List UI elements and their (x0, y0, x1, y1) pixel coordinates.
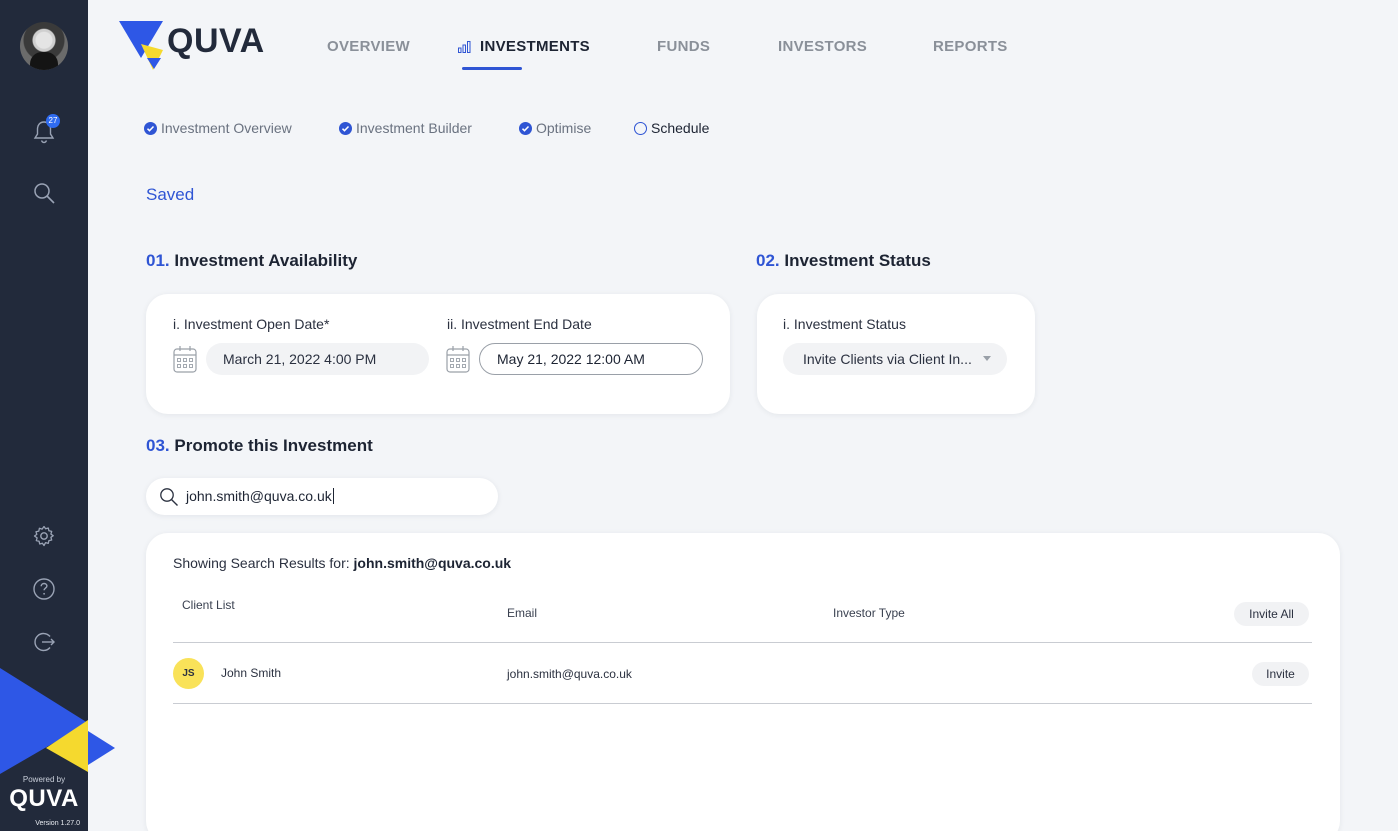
client-initials-avatar: JS (173, 658, 204, 689)
search-value-text: john.smith@quva.co.uk (186, 488, 332, 504)
status-field-label: i. Investment Status (783, 316, 906, 332)
results-heading: Showing Search Results for: john.smith@q… (173, 555, 511, 571)
column-header-client-list[interactable]: Client List (182, 598, 235, 612)
investment-status-select[interactable]: Invite Clients via Client In... (783, 343, 1007, 375)
help-icon (33, 578, 55, 600)
section-title-text: Investment Status (784, 251, 931, 270)
step-label: Optimise (536, 120, 592, 136)
powered-by-footer: Powered by QUVA Version 1.27.0 (0, 771, 88, 831)
status-section-title: 02. Investment Status (756, 251, 931, 271)
nav-funds[interactable]: FUNDS (657, 38, 710, 55)
step-label: Investment Overview (161, 120, 292, 136)
status-card: i. Investment Status Invite Clients via … (757, 294, 1035, 414)
column-header-investor-type[interactable]: Investor Type (833, 606, 905, 620)
empty-circle-icon (634, 121, 647, 135)
saved-status: Saved (146, 185, 195, 204)
check-circle-icon (144, 121, 157, 135)
section-number: 02. (756, 251, 780, 270)
search-icon (34, 183, 55, 204)
section-number: 03. (146, 436, 170, 455)
invite-button[interactable]: Invite (1252, 662, 1309, 686)
availability-section-title: 01. Investment Availability (146, 251, 357, 271)
check-circle-icon (339, 121, 352, 135)
open-date-input[interactable]: March 21, 2022 4:00 PM (206, 343, 429, 375)
chevron-down-icon (983, 356, 991, 361)
open-date-label: i. Investment Open Date* (173, 316, 330, 332)
table-header-divider (173, 642, 1312, 643)
logo-text: QUVA (167, 22, 265, 60)
column-header-email[interactable]: Email (507, 606, 537, 620)
client-email: john.smith@quva.co.uk (507, 667, 632, 681)
results-prefix: Showing Search Results for: (173, 555, 350, 571)
step-label: Investment Builder (356, 120, 472, 136)
sidebar: 27 Powered by QUVA Version 1.27.0 (0, 0, 115, 831)
nav-reports[interactable]: REPORTS (933, 38, 1008, 55)
help-button[interactable] (30, 575, 58, 603)
logout-button[interactable] (30, 628, 58, 656)
quva-logo[interactable]: QUVA (119, 20, 269, 72)
section-title-text: Investment Availability (174, 251, 358, 270)
footer-brand-logo: QUVA (9, 785, 79, 812)
version-label: Version 1.27.0 (35, 820, 80, 827)
nav-active-indicator (462, 67, 522, 70)
logo-mark-icon (119, 21, 163, 70)
brand-triangles-graphic (0, 668, 115, 774)
client-name: John Smith (221, 666, 282, 680)
status-selected-value: Invite Clients via Client In... (803, 351, 972, 367)
notification-count-badge: 27 (46, 114, 60, 128)
end-date-input[interactable]: May 21, 2022 12:00 AM (479, 343, 703, 375)
step-label: Schedule (651, 120, 710, 136)
nav-investments-label: INVESTMENTS (480, 38, 590, 55)
nav-investments[interactable]: INVESTMENTS (458, 38, 590, 55)
search-results-panel: Showing Search Results for: john.smith@q… (146, 533, 1340, 831)
user-avatar[interactable] (20, 22, 68, 70)
step-investment-builder[interactable]: Investment Builder (339, 120, 472, 136)
check-circle-icon (519, 121, 532, 135)
search-icon (160, 488, 178, 506)
results-query: john.smith@quva.co.uk (353, 555, 512, 571)
text-cursor (332, 488, 334, 504)
calendar-icon[interactable] (446, 345, 470, 373)
client-search-input[interactable]: john.smith@quva.co.uk (146, 478, 498, 515)
gear-icon (33, 525, 54, 547)
section-number: 01. (146, 251, 170, 270)
bar-chart-icon (458, 40, 471, 53)
powered-by-label: Powered by (22, 775, 66, 784)
table-row-divider (173, 703, 1312, 704)
notifications-button[interactable]: 27 (30, 114, 60, 146)
step-investment-overview[interactable]: Investment Overview (144, 120, 292, 136)
sidebar-search-button[interactable] (30, 179, 58, 207)
step-optimise[interactable]: Optimise (519, 120, 591, 136)
promote-section-title: 03. Promote this Investment (146, 436, 373, 456)
nav-investors[interactable]: INVESTORS (778, 38, 867, 55)
section-title-text: Promote this Investment (174, 436, 373, 455)
step-schedule[interactable]: Schedule (634, 120, 709, 136)
settings-button[interactable] (30, 522, 58, 550)
search-value: john.smith@quva.co.uk (186, 488, 334, 504)
logout-icon (34, 632, 55, 652)
calendar-icon[interactable] (173, 345, 197, 373)
nav-overview[interactable]: OVERVIEW (327, 38, 410, 55)
end-date-label: ii. Investment End Date (447, 316, 592, 332)
invite-all-button[interactable]: Invite All (1234, 602, 1309, 626)
availability-card: i. Investment Open Date* March 21, 2022 … (146, 294, 730, 414)
